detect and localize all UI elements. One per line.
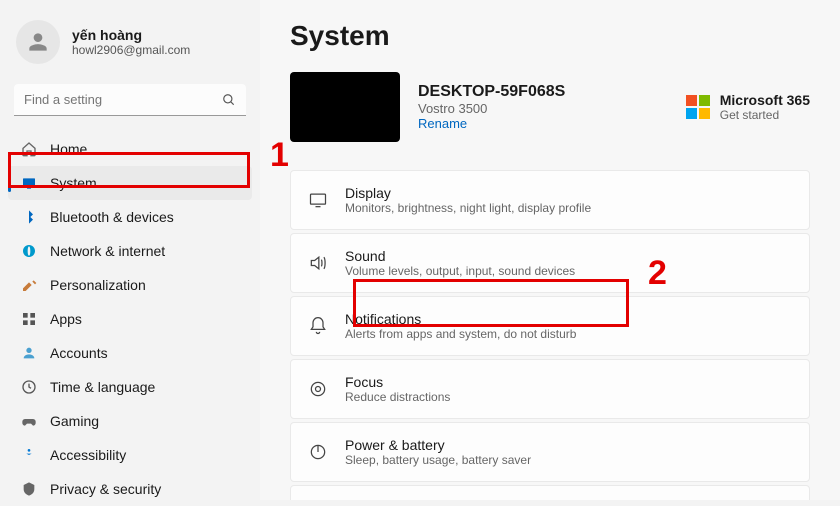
- card-title: Power & battery: [345, 437, 531, 453]
- card-text: Display Monitors, brightness, night ligh…: [345, 185, 591, 215]
- personalization-icon: [20, 276, 38, 294]
- rename-link[interactable]: Rename: [418, 116, 565, 131]
- card-desc: Volume levels, output, input, sound devi…: [345, 264, 575, 278]
- power-icon: [307, 442, 329, 462]
- card-display[interactable]: Display Monitors, brightness, night ligh…: [290, 170, 810, 230]
- device-info: DESKTOP-59F068S Vostro 3500 Rename: [418, 83, 565, 131]
- card-desc: Sleep, battery usage, battery saver: [345, 453, 531, 467]
- profile-email: howl2906@gmail.com: [72, 43, 190, 57]
- card-desc: Alerts from apps and system, do not dist…: [345, 327, 576, 341]
- bluetooth-icon: [20, 208, 38, 226]
- sidebar-item-label: Network & internet: [50, 243, 165, 259]
- card-sound[interactable]: Sound Volume levels, output, input, soun…: [290, 233, 810, 293]
- nav: Home System Bluetooth & devices Network …: [8, 132, 252, 506]
- home-icon: [20, 140, 38, 158]
- cloud-title: Microsoft 365: [720, 92, 810, 108]
- sidebar-item-label: Gaming: [50, 413, 99, 429]
- accounts-icon: [20, 344, 38, 362]
- sidebar-item-system[interactable]: System: [8, 166, 252, 200]
- profile[interactable]: yến hoàng howl2906@gmail.com: [8, 16, 252, 80]
- sidebar-item-label: Accounts: [50, 345, 108, 361]
- network-icon: [20, 242, 38, 260]
- device-thumbnail: [290, 72, 400, 142]
- sidebar-item-label: Personalization: [50, 277, 146, 293]
- profile-info: yến hoàng howl2906@gmail.com: [72, 27, 190, 57]
- sidebar-item-label: Accessibility: [50, 447, 126, 463]
- sound-icon: [307, 253, 329, 273]
- settings-cards: Display Monitors, brightness, night ligh…: [290, 170, 810, 500]
- sidebar-item-label: Bluetooth & devices: [50, 209, 174, 225]
- device-summary: DESKTOP-59F068S Vostro 3500 Rename Micro…: [290, 72, 810, 142]
- sidebar: yến hoàng howl2906@gmail.com Home System…: [0, 0, 260, 500]
- card-title: Display: [345, 185, 591, 201]
- card-desc: Reduce distractions: [345, 390, 450, 404]
- sidebar-item-network[interactable]: Network & internet: [8, 234, 252, 268]
- card-text: Power & battery Sleep, battery usage, ba…: [345, 437, 531, 467]
- sidebar-item-privacy[interactable]: Privacy & security: [8, 472, 252, 506]
- sidebar-item-apps[interactable]: Apps: [8, 302, 252, 336]
- search-input[interactable]: [14, 84, 246, 116]
- microsoft-365-text: Microsoft 365 Get started: [720, 92, 810, 122]
- sidebar-item-label: Privacy & security: [50, 481, 161, 497]
- sidebar-item-bluetooth[interactable]: Bluetooth & devices: [8, 200, 252, 234]
- device-model: Vostro 3500: [418, 101, 565, 116]
- person-icon: [25, 29, 51, 55]
- apps-icon: [20, 310, 38, 328]
- sidebar-item-personalization[interactable]: Personalization: [8, 268, 252, 302]
- card-text: Notifications Alerts from apps and syste…: [345, 311, 576, 341]
- card-text: Focus Reduce distractions: [345, 374, 450, 404]
- card-title: Notifications: [345, 311, 576, 327]
- sidebar-item-gaming[interactable]: Gaming: [8, 404, 252, 438]
- card-desc: Monitors, brightness, night light, displ…: [345, 201, 591, 215]
- device-name: DESKTOP-59F068S: [418, 83, 565, 101]
- notifications-icon: [307, 316, 329, 336]
- sidebar-item-label: Home: [50, 141, 87, 157]
- card-power[interactable]: Power & battery Sleep, battery usage, ba…: [290, 422, 810, 482]
- cloud-sub: Get started: [720, 108, 810, 122]
- profile-name: yến hoàng: [72, 27, 190, 43]
- sidebar-item-home[interactable]: Home: [8, 132, 252, 166]
- system-icon: [20, 174, 38, 192]
- sidebar-item-accessibility[interactable]: Accessibility: [8, 438, 252, 472]
- accessibility-icon: [20, 446, 38, 464]
- page-title: System: [290, 20, 810, 52]
- microsoft-logo-icon: [686, 95, 710, 119]
- card-focus[interactable]: Focus Reduce distractions: [290, 359, 810, 419]
- gaming-icon: [20, 412, 38, 430]
- sidebar-item-accounts[interactable]: Accounts: [8, 336, 252, 370]
- time-icon: [20, 378, 38, 396]
- focus-icon: [307, 379, 329, 399]
- card-storage[interactable]: Storage Storage space, drives, configura…: [290, 485, 810, 500]
- privacy-icon: [20, 480, 38, 498]
- card-notifications[interactable]: Notifications Alerts from apps and syste…: [290, 296, 810, 356]
- card-title: Focus: [345, 374, 450, 390]
- display-icon: [307, 190, 329, 210]
- sidebar-item-time[interactable]: Time & language: [8, 370, 252, 404]
- card-title: Sound: [345, 248, 575, 264]
- card-text: Sound Volume levels, output, input, soun…: [345, 248, 575, 278]
- avatar: [16, 20, 60, 64]
- sidebar-item-label: System: [50, 175, 97, 191]
- sidebar-item-label: Apps: [50, 311, 82, 327]
- settings-window: yến hoàng howl2906@gmail.com Home System…: [0, 0, 840, 500]
- search: [14, 84, 246, 116]
- main-content: System DESKTOP-59F068S Vostro 3500 Renam…: [260, 0, 840, 500]
- sidebar-item-label: Time & language: [50, 379, 155, 395]
- microsoft-365-card[interactable]: Microsoft 365 Get started: [686, 92, 810, 122]
